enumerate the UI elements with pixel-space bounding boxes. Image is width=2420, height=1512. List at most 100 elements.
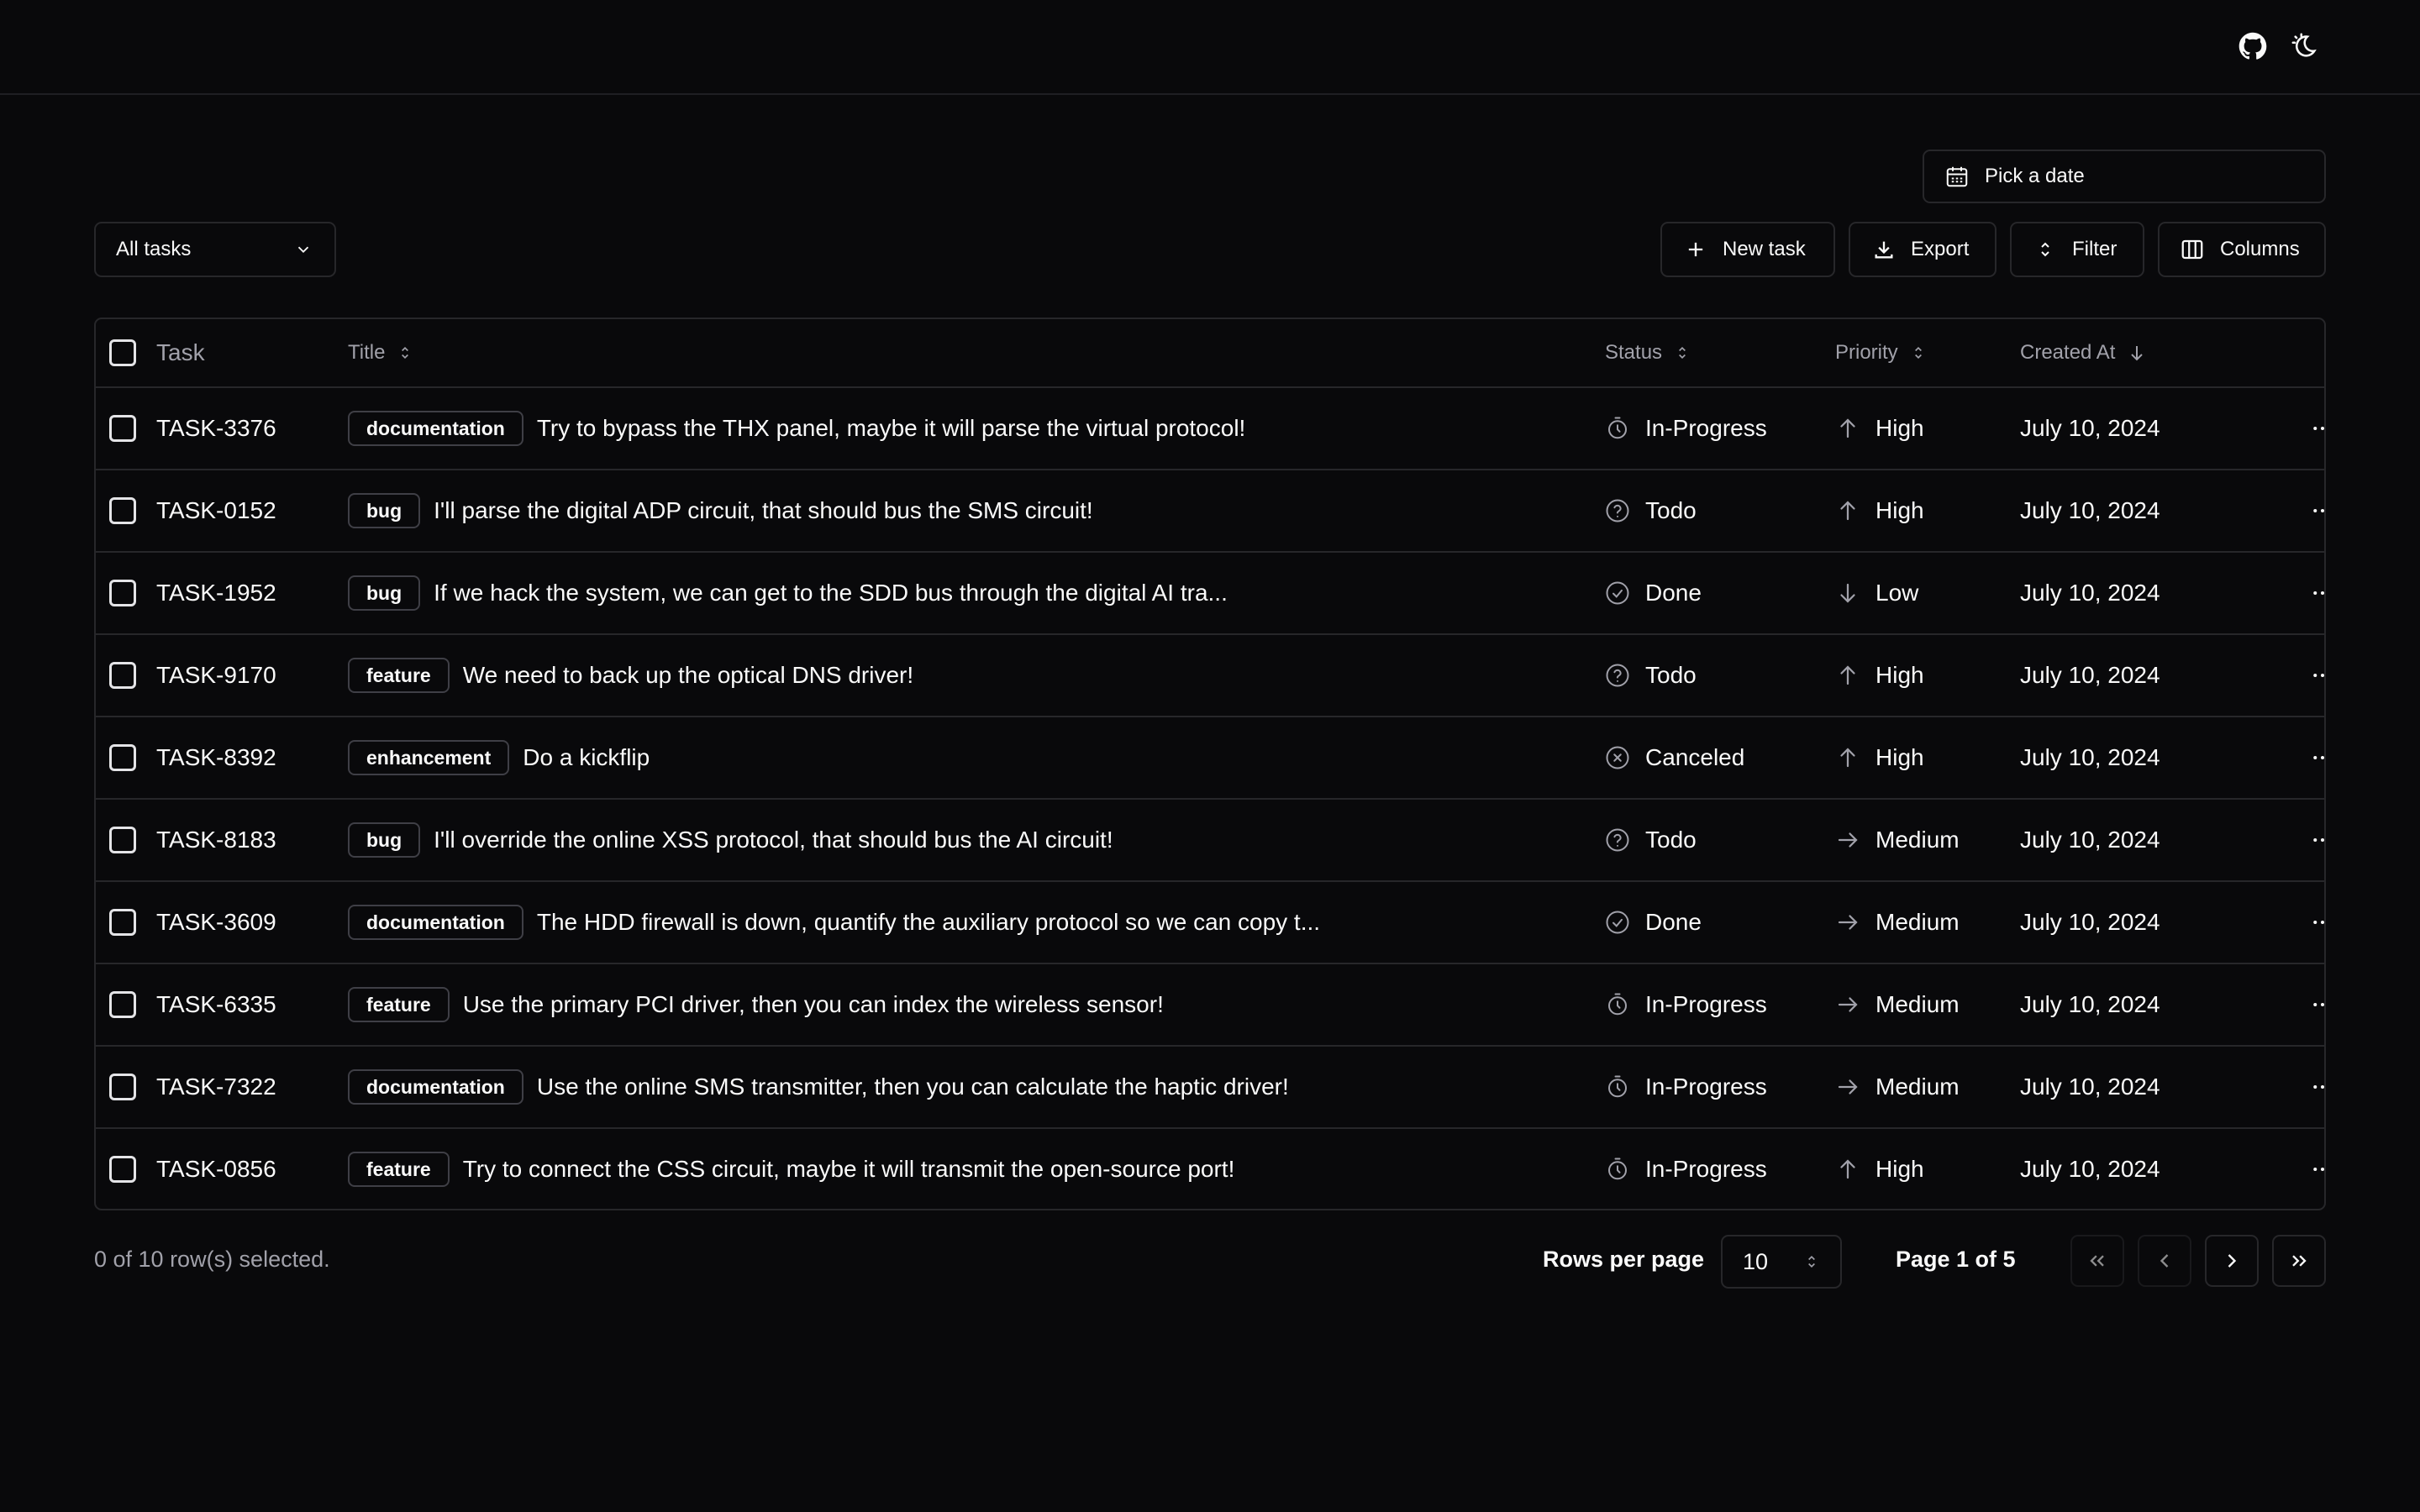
row-actions-button[interactable] [2297,635,2324,716]
row-actions-button[interactable] [2297,717,2324,798]
header-task-label: Task [156,339,205,365]
task-title: I'll parse the digital ADP circuit, that… [434,497,1093,523]
row-checkbox[interactable] [109,662,136,689]
task-id: TASK-0152 [156,497,276,523]
task-id: TASK-1952 [156,580,276,606]
header-title-sort[interactable]: Title [348,319,413,386]
label-badge: feature [348,987,450,1022]
header-created-sort[interactable]: Created At [2020,319,2147,386]
row-actions-button[interactable] [2297,882,2324,963]
header-priority-sort[interactable]: Priority [1835,319,1927,386]
export-label: Export [1911,238,1970,260]
row-select-cell [109,635,136,716]
sort-icon [1914,346,1922,360]
last-page-button[interactable] [2272,1235,2326,1287]
row-checkbox[interactable] [109,1074,136,1100]
row-checkbox[interactable] [109,1156,136,1183]
columns-button[interactable]: Columns [2158,222,2326,277]
page-indicator: Page 1 of 5 [1896,1247,2016,1272]
label-badge: documentation [348,411,523,446]
stopwatch-icon [1608,417,1627,439]
row-checkbox[interactable] [109,827,136,853]
tasks-table: Task Title Status Priority Created At TA… [94,318,2326,1210]
table-row[interactable]: TASK-3609 documentation The HDD firewall… [96,882,2324,964]
row-checkbox[interactable] [109,991,136,1018]
table-row[interactable]: TASK-3376 documentation Try to bypass th… [96,388,2324,470]
table-row[interactable]: TASK-8183 bug I'll override the online X… [96,800,2324,882]
priority-cell: High [1835,388,1924,469]
created-at: July 10, 2024 [2020,497,2160,523]
chevrons-up-down-icon [2041,242,2049,257]
new-task-button[interactable]: New task [1660,222,1835,277]
title-cell: documentation The HDD firewall is down, … [348,882,1320,963]
table-row[interactable]: TASK-0152 bug I'll parse the digital ADP… [96,470,2324,553]
priority-label: High [1876,415,1924,441]
status-label: Todo [1645,827,1697,853]
select-all-checkbox[interactable] [109,339,136,366]
status-cell: Done [1605,553,1702,633]
export-button[interactable]: Export [1849,222,1996,277]
status-label: Todo [1645,662,1697,688]
row-actions-button[interactable] [2297,470,2324,551]
more-horizontal-icon [2313,591,2324,595]
priority-cell: High [1835,717,1924,798]
table-row[interactable]: TASK-6335 feature Use the primary PCI dr… [96,964,2324,1047]
title-cell: bug If we hack the system, we can get to… [348,553,1228,633]
row-actions-button[interactable] [2297,388,2324,469]
sort-icon [402,346,409,360]
title-cell: feature Try to connect the CSS circuit, … [348,1129,1235,1209]
next-page-button[interactable] [2205,1235,2259,1287]
priority-cell: Medium [1835,964,1960,1045]
more-horizontal-icon [2313,921,2324,924]
table-row[interactable]: TASK-0856 feature Try to connect the CSS… [96,1129,2324,1209]
task-title: Try to connect the CSS circuit, maybe it… [462,1156,1235,1182]
row-actions-button[interactable] [2297,1047,2324,1127]
row-checkbox[interactable] [109,580,136,606]
status-cell: Todo [1605,635,1697,716]
row-checkbox[interactable] [109,415,136,442]
arrow-down-icon [2131,346,2144,361]
row-actions-button[interactable] [2297,553,2324,633]
task-id: TASK-6335 [156,991,276,1017]
row-checkbox[interactable] [109,497,136,524]
select-all-cell [109,319,136,386]
theme-toggle-icon[interactable] [2289,30,2321,62]
arrow-right-icon [1838,997,1858,1012]
row-actions-button[interactable] [2297,1129,2324,1209]
rows-per-page-select[interactable]: 10 [1721,1235,1842,1289]
title-cell: enhancement Do a kickflip [348,717,650,798]
table-row[interactable]: TASK-1952 bug If we hack the system, we … [96,553,2324,635]
view-select[interactable]: All tasks [94,222,336,277]
header-created-label: Created At [2020,341,2116,364]
row-actions-button[interactable] [2297,800,2324,880]
table-row[interactable]: TASK-9170 feature We need to back up the… [96,635,2324,717]
row-select-cell [109,470,136,551]
check-circle-icon [1606,581,1629,605]
priority-cell: High [1835,470,1924,551]
chevrons-left-icon [2090,1255,2104,1267]
row-checkbox[interactable] [109,744,136,771]
chevron-down-icon [297,246,309,254]
priority-label: High [1876,662,1924,688]
arrow-up-icon [1840,501,1855,521]
previous-page-button[interactable] [2138,1235,2191,1287]
priority-label: High [1876,1156,1924,1182]
table-row[interactable]: TASK-7322 documentation Use the online S… [96,1047,2324,1129]
more-horizontal-icon [2313,838,2324,842]
table-row[interactable]: TASK-8392 enhancement Do a kickflip Canc… [96,717,2324,800]
title-cell: bug I'll parse the digital ADP circuit, … [348,470,1093,551]
row-checkbox[interactable] [109,909,136,936]
date-picker-button[interactable]: Pick a date [1923,150,2326,203]
status-cell: Todo [1605,470,1697,551]
new-task-label: New task [1723,238,1806,260]
first-page-button[interactable] [2070,1235,2124,1287]
header-status-sort[interactable]: Status [1605,319,1691,386]
title-cell: feature We need to back up the optical D… [348,635,913,716]
github-icon[interactable] [2237,30,2269,62]
more-horizontal-icon [2313,427,2324,430]
filter-button[interactable]: Filter [2010,222,2144,277]
label-badge: bug [348,822,421,858]
priority-label: Medium [1876,1074,1960,1100]
row-actions-button[interactable] [2297,964,2324,1045]
task-title: I'll override the online XSS protocol, t… [434,827,1113,853]
